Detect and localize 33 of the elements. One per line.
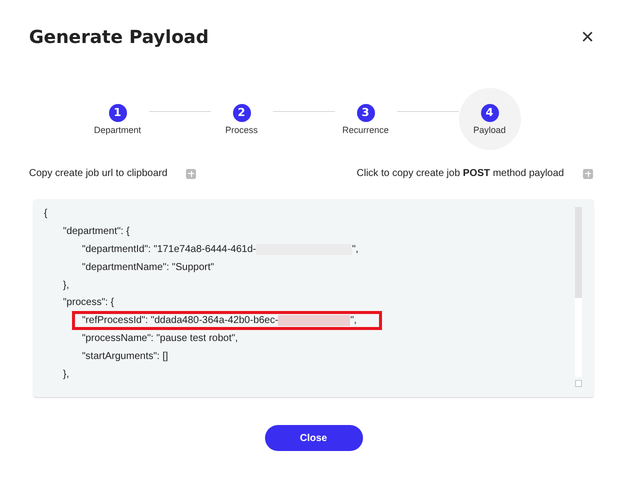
close-button[interactable]: Close — [264, 425, 362, 451]
step-tab[interactable]: 1 Department — [86, 88, 148, 150]
dialog-title: Generate Payload — [29, 26, 209, 48]
step-label: Payload — [473, 124, 506, 134]
code-line: "process": { — [63, 297, 114, 308]
code-line: }, — [63, 280, 70, 291]
step-tab[interactable]: 4 Payload — [458, 88, 520, 150]
step-number: 3 — [356, 104, 374, 122]
copy-link[interactable]: Click to copy create job POST method payload — [356, 168, 564, 179]
code-line: "departmentName": "Support" — [82, 262, 214, 273]
scrollbar[interactable] — [575, 207, 582, 377]
resize-grip-icon[interactable] — [575, 380, 582, 387]
step-label: Recurrence — [342, 124, 389, 134]
step-number: 1 — [108, 104, 126, 122]
plus-icon[interactable] — [186, 168, 196, 178]
step-number: 4 — [480, 104, 498, 122]
plus-icon[interactable] — [583, 168, 593, 178]
code-line: "departmentId": "171e74a8-6444-461d- — [82, 244, 256, 255]
code-line: "refProcessId": "ddada480-364a-42b0-b6ec- — [82, 315, 278, 326]
code-line: "startArguments": [] — [82, 350, 168, 362]
code-text: ", — [350, 315, 357, 326]
code-line: "department": { — [63, 226, 130, 238]
code-line: { — [44, 208, 48, 220]
step-tab[interactable]: 3 Recurrence — [334, 88, 396, 150]
copy-link[interactable]: Copy create job url to clipboard — [29, 168, 168, 179]
code-line: }, — [63, 368, 70, 380]
step-tab[interactable]: 2 Process — [210, 88, 272, 150]
code-line: "processName": "pause test robot", — [82, 332, 238, 344]
step-label: Department — [94, 124, 142, 134]
step-label: Process — [225, 124, 258, 134]
close-button[interactable]: × — [577, 26, 598, 48]
code-text: ", — [352, 244, 358, 255]
step-number: 2 — [232, 104, 250, 122]
